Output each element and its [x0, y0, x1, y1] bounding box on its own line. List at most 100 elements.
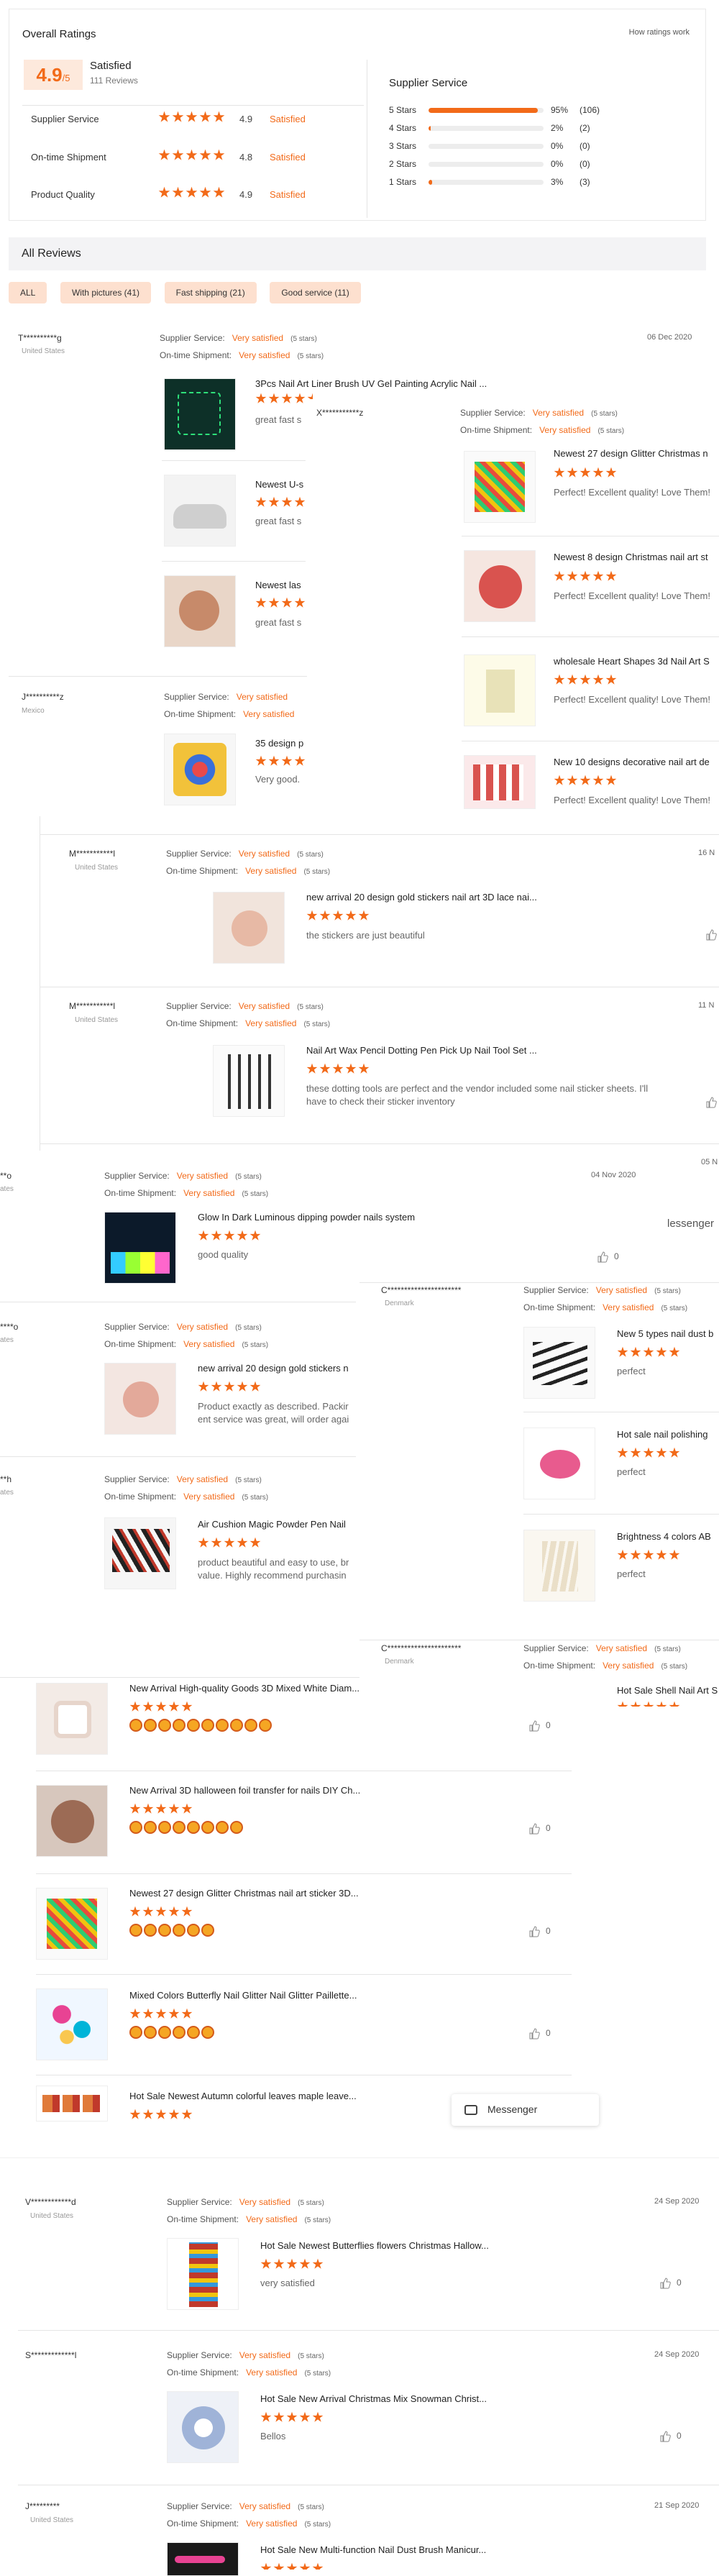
filter-fast-shipping[interactable]: Fast shipping (21): [164, 282, 257, 303]
product-thumbnail[interactable]: [104, 1212, 176, 1284]
product-thumbnail[interactable]: [164, 475, 236, 547]
filter-with-pictures[interactable]: With pictures (41): [60, 282, 152, 303]
product-name[interactable]: Air Cushion Magic Powder Pen Nail: [198, 1519, 360, 1530]
product-name[interactable]: Newest U-s: [255, 479, 306, 490]
product-name[interactable]: new arrival 20 design gold stickers nail…: [306, 892, 594, 903]
like-button[interactable]: 0: [528, 1823, 551, 1835]
product-name[interactable]: Hot sale nail polishing: [617, 1429, 719, 1440]
product-name[interactable]: Glow In Dark Luminous dipping powder nai…: [198, 1212, 485, 1223]
filter-good-service[interactable]: Good service (11): [270, 282, 361, 303]
product-thumbnail[interactable]: [213, 892, 285, 964]
product-thumbnail[interactable]: [167, 2391, 239, 2463]
like-button[interactable]: 0: [597, 1251, 619, 1263]
emoji-icon: [216, 1719, 229, 1732]
like-button[interactable]: 0: [528, 1720, 551, 1732]
product-thumbnail[interactable]: [36, 1683, 108, 1755]
product-thumbnail[interactable]: [167, 2542, 239, 2576]
like-count: 0: [677, 2278, 682, 2288]
product-thumbnail[interactable]: [104, 1363, 176, 1435]
product-name[interactable]: wholesale Heart Shapes 3d Nail Art S: [554, 656, 719, 667]
product-name[interactable]: 3Pcs Nail Art Liner Brush UV Gel Paintin…: [255, 378, 503, 389]
product-name[interactable]: Newest 27 design Glitter Christmas n: [554, 448, 719, 459]
svc-value: Very satisfied: [245, 866, 297, 876]
product-name[interactable]: Hot Sale Newest Autumn colorful leaves m…: [129, 2091, 381, 2101]
product-thumbnail[interactable]: [104, 1517, 176, 1589]
product-name[interactable]: Hot Sale New Multi-function Nail Dust Br…: [260, 2544, 548, 2555]
product-name[interactable]: Newest 8 design Christmas nail art st: [554, 552, 719, 562]
product-name[interactable]: New Arrival High-quality Goods 3D Mixed …: [129, 1683, 381, 1694]
distribution-percent: 3%: [551, 177, 564, 187]
product-name[interactable]: Nail Art Wax Pencil Dotting Pen Pick Up …: [306, 1045, 594, 1056]
emoji-icon: [201, 1821, 214, 1834]
like-button[interactable]: 0: [528, 2028, 551, 2040]
messenger-button[interactable]: Messenger: [452, 2094, 599, 2126]
product-name[interactable]: Hot Sale Newest Butterflies flowers Chri…: [260, 2240, 548, 2251]
emoji-icon: [216, 1821, 229, 1834]
product-name[interactable]: Newest 27 design Glitter Christmas nail …: [129, 1888, 381, 1899]
product-thumbnail[interactable]: [464, 755, 536, 809]
svc-value: Very satisfied: [239, 2197, 291, 2207]
thumbs-up-icon: [706, 1097, 717, 1108]
product-thumbnail[interactable]: [167, 2238, 239, 2310]
product-name[interactable]: Brightness 4 colors AB: [617, 1531, 719, 1542]
like-button[interactable]: 0: [659, 2278, 682, 2289]
reviewer-name: M***********l: [69, 1001, 116, 1011]
like-button[interactable]: [705, 1097, 719, 1108]
product-thumbnail[interactable]: [36, 1888, 108, 1960]
like-button[interactable]: [705, 929, 719, 941]
like-count: 0: [546, 1720, 551, 1731]
like-button[interactable]: 0: [528, 1926, 551, 1937]
product-stars: [617, 1346, 682, 1358]
product-thumbnail[interactable]: [164, 734, 236, 805]
product-thumbnail[interactable]: [523, 1428, 595, 1499]
review-emojis: [129, 2026, 216, 2039]
product-thumbnail[interactable]: [36, 1988, 108, 2060]
product-name[interactable]: New Arrival 3D halloween foil transfer f…: [129, 1785, 381, 1796]
review-date: 11 N: [698, 1001, 715, 1010]
overall-score-suffix: /5: [62, 73, 70, 83]
svc-stars: (5 stars): [304, 2370, 331, 2378]
filter-all[interactable]: ALL: [9, 282, 47, 303]
metric-supplier-service: Supplier Service 4.9 Satisfied: [31, 108, 347, 129]
emoji-icon: [129, 1821, 142, 1834]
svc-stars: (5 stars): [303, 1020, 331, 1028]
emoji-icon: [187, 2026, 200, 2039]
product-thumbnail[interactable]: [164, 378, 236, 450]
product-thumbnail[interactable]: [464, 451, 536, 523]
product-thumbnail[interactable]: [36, 1785, 108, 1857]
like-button[interactable]: 0: [659, 2431, 682, 2442]
product-name[interactable]: Hot Sale Shell Nail Art S: [617, 1685, 719, 1696]
messenger-partial-label[interactable]: lessenger: [667, 1218, 714, 1230]
product-name[interactable]: New 10 designs decorative nail art de: [554, 757, 719, 767]
how-ratings-work-link[interactable]: How ratings work: [629, 28, 690, 37]
review-emojis: [129, 1821, 244, 1834]
svc-label: Supplier Service:: [104, 1322, 170, 1332]
product-thumbnail[interactable]: [464, 654, 536, 726]
product-name[interactable]: Hot Sale New Arrival Christmas Mix Snowm…: [260, 2393, 548, 2404]
svc-label: On-time Shipment:: [167, 2214, 239, 2224]
product-name[interactable]: 35 design p: [255, 738, 306, 749]
distribution-count: (2): [580, 123, 590, 133]
product-thumbnail[interactable]: [164, 575, 236, 647]
svc-label: Supplier Service:: [460, 408, 526, 418]
emoji-icon: [187, 1924, 200, 1937]
svc-stars: (5 stars): [304, 2521, 331, 2529]
product-name[interactable]: Mixed Colors Butterfly Nail Glitter Nail…: [129, 1990, 381, 2001]
emoji-icon: [244, 1719, 257, 1732]
thumbs-up-icon: [660, 2431, 671, 2442]
distribution-fill: [429, 180, 432, 185]
product-thumbnail[interactable]: [464, 550, 536, 622]
svc-value: Very satisfied: [243, 709, 295, 719]
shipment-rating: On-time Shipment: Very satisfied (5 star…: [523, 1302, 687, 1312]
rating-distribution-row: 2 Stars 0% (0): [389, 157, 705, 171]
product-name[interactable]: Newest las: [255, 580, 306, 590]
product-thumbnail[interactable]: [213, 1045, 285, 1117]
product-name[interactable]: New 5 types nail dust b: [617, 1328, 719, 1339]
product-thumbnail[interactable]: [36, 2086, 108, 2121]
svc-stars: (5 stars): [298, 2352, 324, 2360]
metric-name: On-time Shipment: [31, 152, 106, 163]
product-thumbnail[interactable]: [523, 1530, 595, 1602]
supplier-service-rating: Supplier Service: Very satisfied (5 star…: [104, 1322, 262, 1332]
product-thumbnail[interactable]: [523, 1327, 595, 1399]
product-name[interactable]: new arrival 20 design gold stickers n: [198, 1363, 360, 1374]
